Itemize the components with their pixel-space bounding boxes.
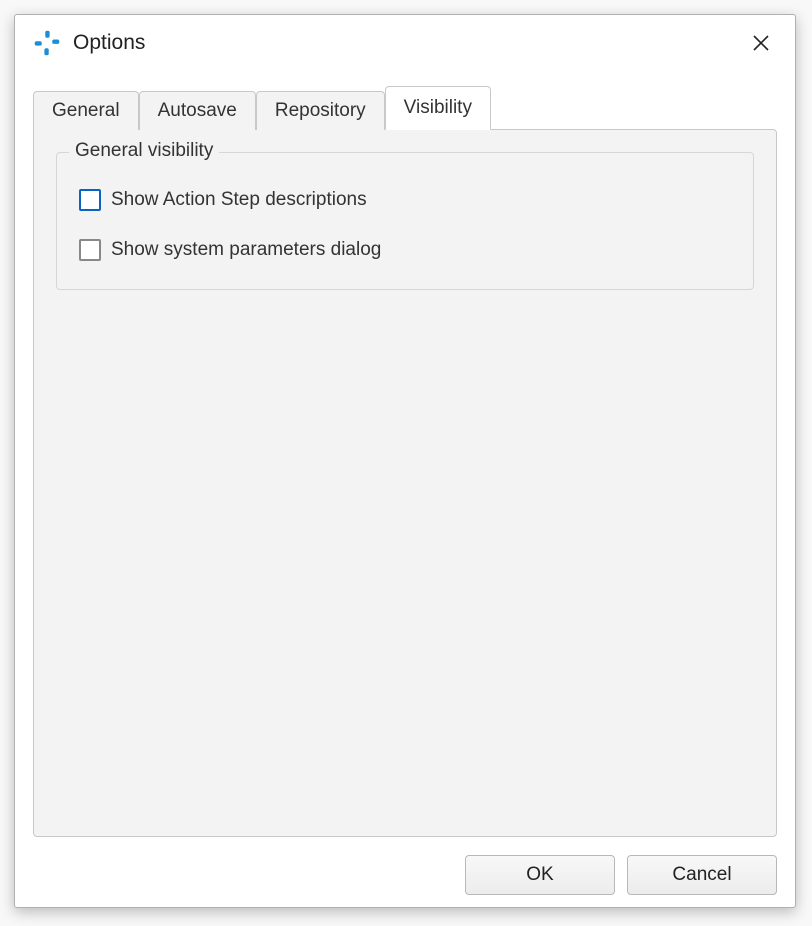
button-label: OK [526,864,553,886]
checkbox-label: Show Action Step descriptions [111,189,367,211]
app-icon [33,29,61,57]
tab-general[interactable]: General [33,91,139,130]
tab-page-visibility: General visibility Show Action Step desc… [33,129,777,837]
tab-autosave[interactable]: Autosave [139,91,256,130]
tab-label: Visibility [404,97,472,118]
close-icon [751,33,771,53]
tab-label: Repository [275,100,366,121]
checkbox[interactable] [79,239,101,261]
dialog-title: Options [73,31,741,55]
options-dialog: Options General Autosave Repository [14,14,796,908]
cancel-button[interactable]: Cancel [627,855,777,895]
checkbox[interactable] [79,189,101,211]
option-show-system-parameters-dialog[interactable]: Show system parameters dialog [79,239,733,261]
titlebar: Options [15,15,795,71]
tab-label: General [52,100,120,121]
tab-container: General Autosave Repository Visibility G… [33,85,777,837]
dialog-button-row: OK Cancel [15,845,795,907]
group-title: General visibility [69,140,219,162]
option-show-action-step-descriptions[interactable]: Show Action Step descriptions [79,189,733,211]
tab-repository[interactable]: Repository [256,91,385,130]
ok-button[interactable]: OK [465,855,615,895]
button-label: Cancel [672,864,731,886]
checkbox-label: Show system parameters dialog [111,239,381,261]
close-button[interactable] [741,23,781,63]
tab-row: General Autosave Repository Visibility [33,85,777,129]
dialog-body: General Autosave Repository Visibility G… [15,71,795,845]
tab-label: Autosave [158,100,237,121]
tab-visibility[interactable]: Visibility [385,86,491,130]
group-general-visibility: General visibility Show Action Step desc… [56,152,754,290]
